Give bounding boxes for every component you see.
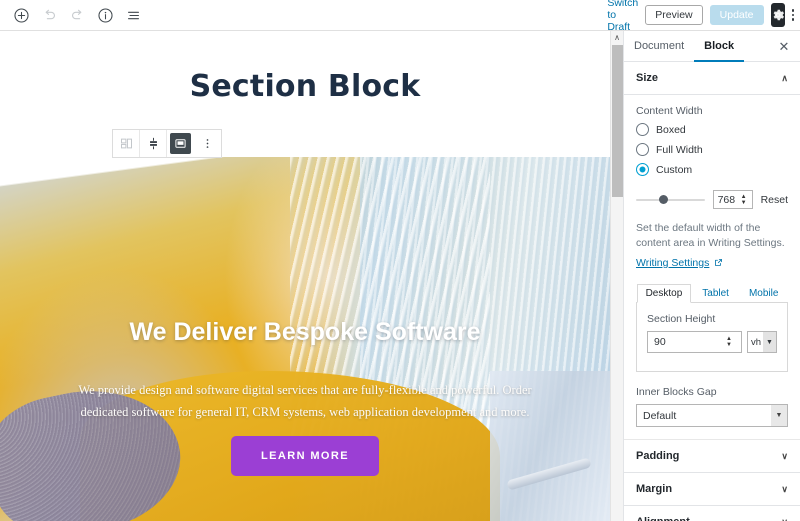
slider-thumb[interactable] xyxy=(658,194,668,204)
section-height-stepper[interactable]: ▲ ▼ xyxy=(726,336,736,348)
header-actions: Switch to Draft Preview Update xyxy=(607,0,800,33)
editor-region: Section Block We Deliver Bespoke Softwar… xyxy=(0,0,610,521)
content-width-input[interactable]: 768 ▲ ▼ xyxy=(712,190,753,209)
gear-icon[interactable] xyxy=(770,3,785,27)
panel-title-alignment: Alignment xyxy=(636,516,690,521)
content-width-label: Content Width xyxy=(636,105,703,117)
close-icon[interactable]: ✕ xyxy=(774,37,794,57)
external-link-icon xyxy=(714,258,723,270)
inspector-tabs: Document Block ✕ xyxy=(624,31,800,62)
device-tab-mobile[interactable]: Mobile xyxy=(740,284,787,302)
radio-icon-custom xyxy=(636,163,649,176)
panel-body-size: Content Width Boxed Full Width Custom 76… xyxy=(624,95,800,440)
scrollbar-thumb[interactable] xyxy=(612,45,623,197)
hero-paragraph[interactable]: We provide design and software digital s… xyxy=(60,379,550,423)
device-tab-desktop[interactable]: Desktop xyxy=(636,284,692,303)
radio-option-full-width[interactable]: Full Width xyxy=(636,143,788,156)
radio-option-custom[interactable]: Custom xyxy=(636,163,788,176)
chevron-down-icon: ∨ xyxy=(781,483,788,494)
stepper-down-icon[interactable]: ▼ xyxy=(726,342,736,348)
device-panel-desktop: Section Height 90 ▲ ▼ vh ▼ xyxy=(636,302,788,372)
dot xyxy=(791,9,794,12)
align-icon[interactable] xyxy=(140,130,167,157)
panel-header-margin[interactable]: Margin ∨ xyxy=(624,473,800,506)
block-inspector-sidebar: Document Block ✕ Size ∧ Content Width Bo… xyxy=(623,31,800,521)
preview-button[interactable]: Preview xyxy=(645,5,703,25)
tab-document[interactable]: Document xyxy=(624,31,694,62)
panel-header-size[interactable]: Size ∧ xyxy=(624,62,800,95)
block-type-icon[interactable] xyxy=(113,130,140,157)
hero-section-block[interactable]: We Deliver Bespoke Software We provide d… xyxy=(0,157,610,521)
page-title[interactable]: Section Block xyxy=(0,31,610,104)
inner-blocks-gap-label: Inner Blocks Gap xyxy=(636,386,717,398)
section-height-value: 90 xyxy=(654,336,666,348)
full-width-icon xyxy=(170,133,191,154)
section-height-unit-value: vh xyxy=(751,336,762,348)
content-width-value: 768 xyxy=(717,193,736,206)
add-block-icon[interactable] xyxy=(8,2,34,28)
slider-track xyxy=(636,198,705,201)
chevron-down-icon: ▼ xyxy=(771,405,787,426)
switch-to-draft-link[interactable]: Switch to Draft xyxy=(607,0,638,33)
section-height-unit-select[interactable]: vh ▼ xyxy=(747,331,777,353)
section-height-label: Section Height xyxy=(647,313,716,325)
radio-label-boxed: Boxed xyxy=(656,123,686,136)
redo-icon[interactable] xyxy=(64,2,90,28)
hero-content: We Deliver Bespoke Software We provide d… xyxy=(0,157,610,521)
panel-title-padding: Padding xyxy=(636,450,680,462)
learn-more-button[interactable]: LEARN MORE xyxy=(231,436,379,476)
block-toolbar xyxy=(112,129,222,158)
panel-header-alignment[interactable]: Alignment ∨ xyxy=(624,506,800,521)
panel-header-padding[interactable]: Padding ∨ xyxy=(624,440,800,473)
update-button: Update xyxy=(709,5,764,25)
content-width-slider[interactable] xyxy=(636,194,705,206)
chevron-down-icon: ▼ xyxy=(763,332,776,352)
details-info-icon[interactable] xyxy=(92,2,118,28)
dot xyxy=(791,13,794,17)
editor-app: Section Block We Deliver Bespoke Softwar… xyxy=(0,0,800,521)
undo-icon[interactable] xyxy=(36,2,62,28)
radio-icon-full-width xyxy=(636,143,649,156)
radio-label-custom: Custom xyxy=(656,163,693,176)
full-width-toggle[interactable] xyxy=(167,130,194,157)
inner-blocks-gap-select[interactable]: Default ▼ xyxy=(636,404,788,427)
dot xyxy=(791,18,794,21)
inspector-scrollbar[interactable]: ∧ xyxy=(610,31,623,521)
device-tabs: Desktop Tablet Mobile xyxy=(636,284,788,303)
editor-top-toolbar xyxy=(0,0,610,31)
block-more-options-icon[interactable] xyxy=(194,130,221,157)
reset-button[interactable]: Reset xyxy=(761,194,788,206)
list-view-icon[interactable] xyxy=(120,2,146,28)
chevron-up-icon: ∧ xyxy=(781,72,788,83)
writing-settings-link[interactable]: Writing Settings xyxy=(636,257,709,269)
more-options-icon[interactable] xyxy=(791,3,794,27)
device-tab-tablet[interactable]: Tablet xyxy=(693,284,738,302)
number-stepper[interactable]: ▲ ▼ xyxy=(741,194,751,206)
content-width-help-text: Set the default width of the content are… xyxy=(636,222,785,249)
section-height-input[interactable]: 90 ▲ ▼ xyxy=(647,331,742,353)
stepper-down-icon[interactable]: ▼ xyxy=(741,200,751,206)
hero-heading[interactable]: We Deliver Bespoke Software xyxy=(0,318,610,347)
panel-title-margin: Margin xyxy=(636,483,673,495)
radio-icon-boxed xyxy=(636,123,649,136)
chevron-down-icon: ∨ xyxy=(781,517,788,521)
editor-canvas: Section Block We Deliver Bespoke Softwar… xyxy=(0,31,610,521)
content-width-controls: 768 ▲ ▼ Reset xyxy=(636,190,788,209)
tab-block[interactable]: Block xyxy=(694,31,744,62)
section-height-controls: 90 ▲ ▼ vh ▼ xyxy=(647,331,777,353)
inner-blocks-gap-value: Default xyxy=(643,409,677,422)
radio-label-full-width: Full Width xyxy=(656,143,703,156)
radio-option-boxed[interactable]: Boxed xyxy=(636,123,788,136)
panel-title-size: Size xyxy=(636,72,659,84)
chevron-down-icon: ∨ xyxy=(781,450,788,461)
